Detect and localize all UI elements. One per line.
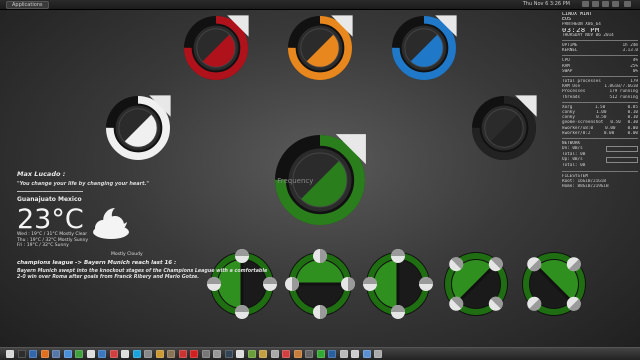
tools-icon[interactable] [339, 350, 348, 358]
youtube-icon[interactable] [190, 350, 198, 358]
mail-icon[interactable] [98, 350, 106, 358]
weather-widget: Guanajuato Mexico 23°C Mostly Cloudy Wed… [17, 196, 187, 257]
upload-bar [606, 157, 638, 164]
process-list: Xorg 1.50 0.85 conky 1.00 0.10 conky 0.50 0.10 gn… [562, 105, 638, 136]
weather-condition: Mostly Cloudy [111, 252, 143, 257]
terminal-icon[interactable] [17, 350, 26, 358]
kernel-label: KERNEL [562, 48, 578, 54]
applications-button[interactable]: Applications [6, 1, 49, 9]
music-icon[interactable] [75, 350, 83, 358]
news-line: 2-0 win over Roma after goals from Franc… [17, 275, 200, 280]
panel-clock[interactable]: Thu Nov 6 3:26 PM [523, 1, 570, 7]
quote-widget: Max Lucado : "You change your life by ch… [17, 170, 217, 192]
gimp-icon[interactable] [167, 350, 175, 358]
help-icon[interactable] [201, 350, 210, 358]
player-icon[interactable] [316, 350, 325, 358]
threads-value: 512 running [609, 94, 638, 100]
cloud-moon-icon [89, 206, 135, 244]
home-usage: Home: 88GiB/219GiB [562, 184, 609, 190]
camera-icon[interactable] [305, 350, 313, 358]
media-icon[interactable] [178, 350, 187, 358]
weather-temperature: 23°C [17, 204, 84, 235]
fan-knob-shade [348, 277, 355, 291]
fan-divider [294, 282, 346, 286]
threads-label: Threads [562, 94, 581, 100]
gauge-orange [284, 12, 356, 84]
divider [562, 76, 638, 78]
trash-icon[interactable] [351, 350, 359, 358]
settings-icon[interactable] [52, 350, 60, 358]
text-icon[interactable] [270, 350, 279, 358]
gauge-red [180, 12, 252, 84]
swap-label: SWAP [562, 68, 573, 74]
forecast-day: Fri : 19°C / 32°C Sunny [17, 243, 69, 248]
power-tray-icon[interactable] [624, 1, 631, 7]
editor-icon[interactable] [121, 350, 129, 358]
divider [562, 170, 638, 172]
process-cpu: 0.00 [603, 130, 615, 136]
weather-forecast: Wed : 19°C / 31°C Mostly Clear Thu : 19°… [17, 232, 88, 249]
divider [562, 40, 638, 42]
gauge-black [468, 92, 540, 164]
news-body: Bayern Munich swept into the knockout st… [17, 269, 267, 281]
fan-gauge [284, 248, 356, 320]
divider [562, 101, 638, 103]
monitor-date: THURSDAY NOV 06 2014 [562, 32, 614, 38]
quote-author: Max Lucado : [17, 170, 66, 178]
sound-tray-icon[interactable] [592, 1, 599, 7]
video-icon[interactable] [144, 350, 152, 358]
chrome-icon[interactable] [86, 350, 95, 358]
steam-icon[interactable] [224, 350, 233, 358]
network-icon[interactable] [247, 350, 256, 358]
divider [562, 55, 638, 57]
gauge-ring-label: Frequency [277, 177, 313, 185]
apps-icon[interactable] [236, 350, 244, 358]
home-folder-icon[interactable] [6, 350, 14, 358]
game-icon[interactable] [259, 350, 267, 358]
process-row: kworker/0:2 0.00 0.00 [562, 131, 638, 136]
firefox-icon[interactable] [40, 350, 49, 358]
fan-gauge [518, 248, 590, 320]
news-headline: champions league -> Bayern Munich reach … [17, 260, 177, 266]
quote-text: "You change your life by changing your h… [17, 181, 150, 187]
fan-gauge [206, 248, 278, 320]
system-monitor-panel: LINUX MINT EOS PANTHEON X86_64 03:28 PM … [562, 12, 638, 212]
archive-icon[interactable] [155, 350, 164, 358]
messaging-tray-icon[interactable] [612, 1, 619, 7]
monitor-icon[interactable] [29, 350, 37, 358]
swap-value: 0% [632, 68, 638, 74]
sound-icon[interactable] [374, 350, 382, 358]
fan-gauge [362, 248, 434, 320]
forecast-day: Wed : 19°C / 31°C Mostly Clear [17, 232, 88, 237]
network-tray-icon[interactable] [582, 1, 589, 7]
process-name: kworker/0:2 [562, 130, 591, 136]
calendar-icon[interactable] [109, 350, 118, 358]
gauge-blue [388, 12, 460, 84]
upload-total: Total: 0B [562, 163, 586, 169]
photo-editor-icon[interactable] [328, 350, 336, 358]
gauge-green-main: Frequency [271, 131, 369, 229]
fan-divider [396, 258, 400, 310]
news-widget: champions league -> Bayern Munich reach … [17, 260, 267, 281]
display-icon[interactable] [362, 350, 371, 358]
download-bar [606, 146, 638, 153]
divider [562, 138, 638, 140]
fan-knob-shade [235, 249, 249, 256]
disk-icon[interactable] [213, 350, 221, 358]
dock [0, 347, 640, 360]
photos-icon[interactable] [63, 350, 72, 358]
gauge-white [102, 92, 174, 164]
process-mem: 0.00 [627, 130, 638, 136]
kernel-value: 3.13.0 [622, 48, 638, 54]
weather-location: Guanajuato Mexico [17, 196, 82, 203]
battery-tray-icon[interactable] [602, 1, 609, 7]
fan-knob-shade [391, 249, 405, 256]
skype-icon[interactable] [132, 350, 141, 358]
quote-divider [17, 191, 83, 192]
pdf-icon[interactable] [282, 350, 290, 358]
folder-icon[interactable] [293, 350, 302, 358]
top-panel: Applications Thu Nov 6 3:26 PM [0, 0, 640, 10]
fan-gauge [440, 248, 512, 320]
